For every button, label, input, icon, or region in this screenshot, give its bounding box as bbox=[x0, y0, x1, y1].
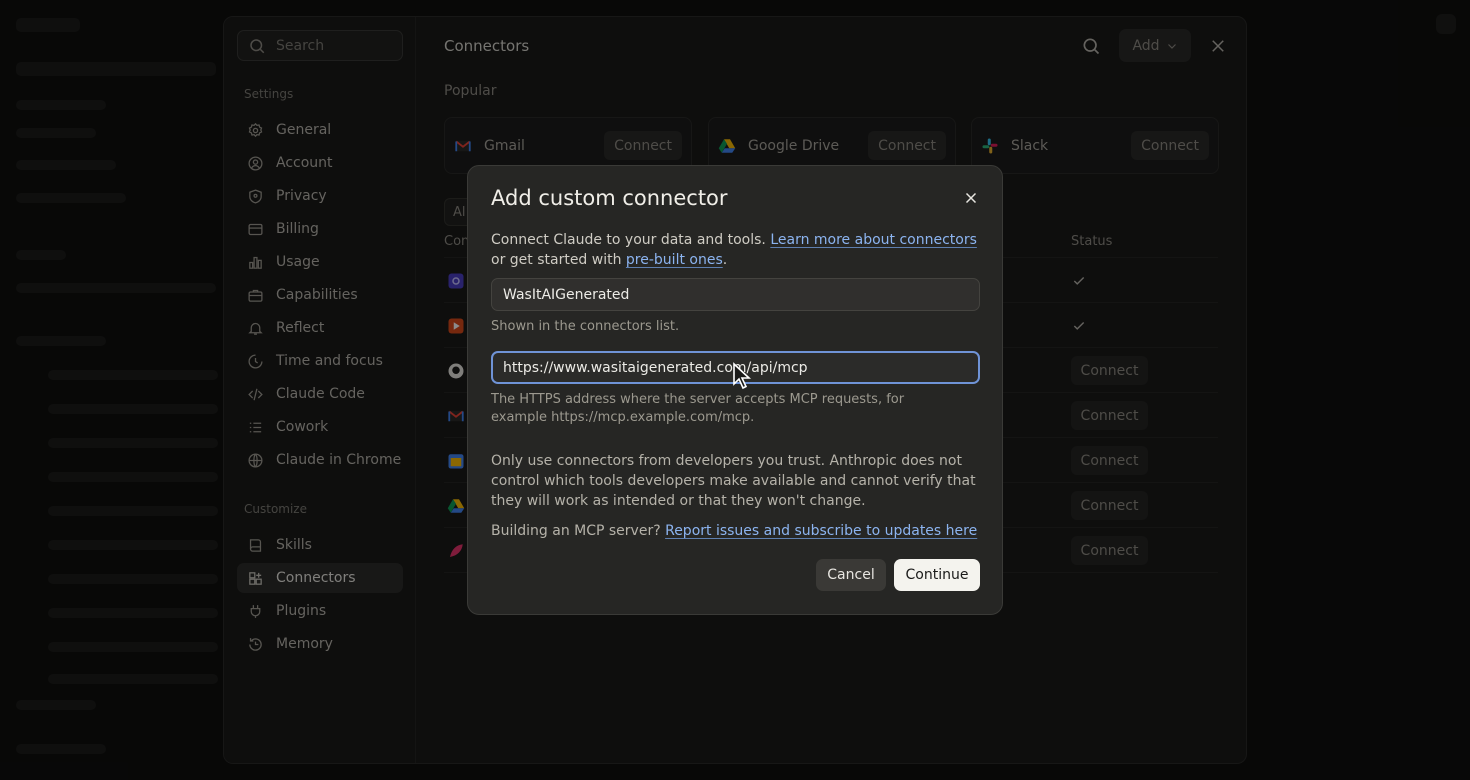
cancel-button[interactable]: Cancel bbox=[816, 559, 886, 591]
continue-button[interactable]: Continue bbox=[894, 559, 980, 591]
connector-name-input[interactable] bbox=[491, 278, 980, 311]
building-mcp-text: Building an MCP server? Report issues an… bbox=[491, 523, 977, 539]
dialog-title: Add custom connector bbox=[491, 186, 728, 210]
url-helper-text: The HTTPS address where the server accep… bbox=[491, 392, 905, 425]
mouse-cursor-icon bbox=[733, 362, 752, 390]
building-prefix: Building an MCP server? bbox=[491, 523, 666, 539]
report-issues-link[interactable]: Report issues and subscribe to updates h… bbox=[665, 523, 977, 539]
description-text: Connect Claude to your data and tools. bbox=[491, 232, 771, 248]
trust-warning: Only use connectors from developers you … bbox=[491, 453, 976, 509]
pre-built-link[interactable]: pre-built ones bbox=[626, 252, 723, 268]
dialog-description: Connect Claude to your data and tools. L… bbox=[491, 230, 981, 270]
description-text: or get started with bbox=[491, 252, 626, 268]
close-icon[interactable] bbox=[962, 189, 980, 207]
description-text: . bbox=[722, 252, 728, 268]
learn-more-link[interactable]: Learn more about connectors bbox=[770, 232, 977, 248]
name-helper-text: Shown in the connectors list. bbox=[491, 319, 680, 334]
add-custom-connector-dialog: Add custom connector Connect Claude to y… bbox=[467, 165, 1003, 615]
